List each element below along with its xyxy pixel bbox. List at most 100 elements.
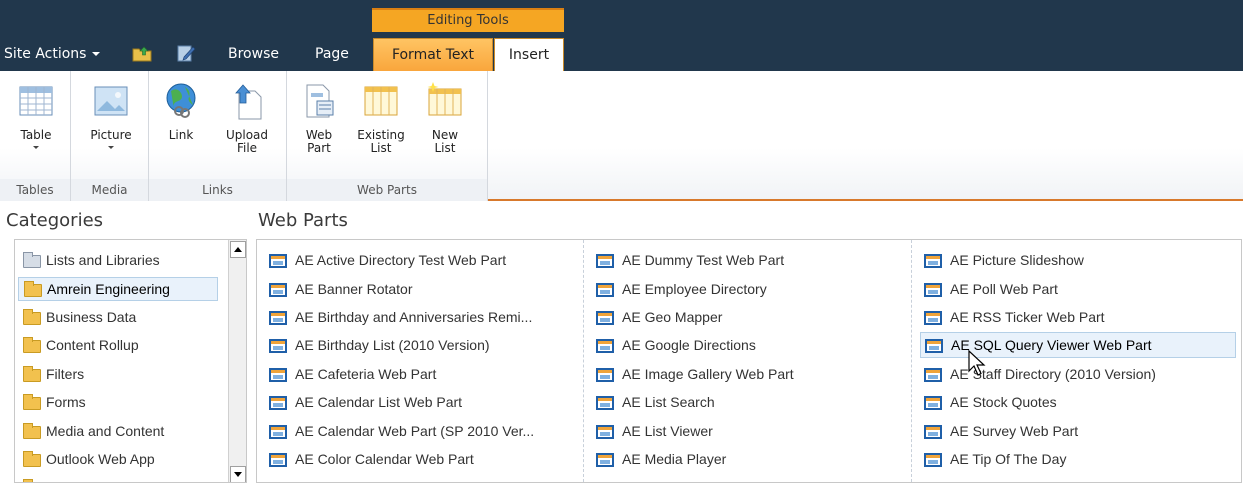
- web-part-button[interactable]: Web Part: [299, 81, 339, 155]
- web-part-item[interactable]: AE Media Player: [592, 447, 726, 473]
- category-item[interactable]: Business Data: [18, 306, 218, 330]
- web-part-label: AE RSS Ticker Web Part: [950, 309, 1105, 325]
- site-actions-menu[interactable]: Site Actions: [0, 38, 110, 71]
- web-part-item[interactable]: AE Employee Directory: [592, 277, 767, 303]
- category-item[interactable]: Forms: [18, 391, 218, 415]
- tab-format-text[interactable]: Format Text: [373, 38, 493, 71]
- web-part-item[interactable]: AE Stock Quotes: [920, 390, 1057, 416]
- web-part-icon: [596, 425, 614, 439]
- categories-heading: Categories: [6, 210, 104, 231]
- tab-insert[interactable]: Insert: [494, 38, 564, 71]
- category-item[interactable]: Lists and Libraries: [18, 249, 218, 273]
- web-part-icon: [924, 453, 942, 467]
- table-button[interactable]: Table: [13, 81, 59, 149]
- folder-icon: [23, 451, 41, 467]
- category-item-selected[interactable]: Amrein Engineering: [18, 277, 218, 301]
- new-list-label-2: List: [434, 141, 456, 155]
- link-button[interactable]: Link: [161, 81, 201, 142]
- categories-list: Lists and Libraries Amrein Engineering B…: [14, 239, 247, 483]
- web-part-item[interactable]: AE Tip Of The Day: [920, 447, 1066, 473]
- web-part-item[interactable]: AE Birthday and Anniversaries Remi...: [265, 305, 532, 331]
- category-label: Lists and Libraries: [46, 252, 160, 268]
- web-part-label-2: Part: [307, 141, 331, 155]
- scroll-up-arrow-icon[interactable]: [230, 241, 246, 258]
- folder-icon: [23, 309, 41, 325]
- web-part-item[interactable]: AE Poll Web Part: [920, 277, 1058, 303]
- web-part-label-1: Web: [305, 128, 333, 142]
- web-part-item[interactable]: AE Birthday List (2010 Version): [265, 333, 490, 359]
- web-part-item[interactable]: AE Picture Slideshow: [920, 248, 1084, 274]
- web-part-item[interactable]: AE Calendar List Web Part: [265, 390, 462, 416]
- existing-list-label-2: List: [370, 141, 392, 155]
- web-part-icon: [269, 339, 287, 353]
- table-button-label: Table: [20, 128, 52, 142]
- web-part-label: AE Geo Mapper: [622, 309, 723, 325]
- web-part-item[interactable]: AE Geo Mapper: [592, 305, 722, 331]
- web-parts-list: AE Active Directory Test Web Part AE Ban…: [256, 239, 1242, 483]
- web-part-item[interactable]: AE Banner Rotator: [265, 277, 413, 303]
- web-part-icon: [269, 368, 287, 382]
- web-part-icon: [924, 425, 942, 439]
- category-item[interactable]: Outlook Web App: [18, 448, 218, 472]
- categories-scrollbar[interactable]: [228, 240, 246, 482]
- folder-icon: [23, 394, 41, 410]
- category-item[interactable]: [18, 476, 218, 482]
- web-part-icon: [596, 311, 614, 325]
- category-label: Forms: [46, 394, 86, 410]
- category-item[interactable]: Media and Content: [18, 420, 218, 444]
- web-part-icon: [269, 311, 287, 325]
- edit-page-icon[interactable]: [176, 43, 196, 63]
- web-part-label: AE Employee Directory: [622, 281, 767, 297]
- web-part-label: AE Birthday and Anniversaries Remi...: [295, 309, 533, 325]
- existing-list-button[interactable]: Existing List: [353, 81, 409, 155]
- scroll-down-arrow-icon[interactable]: [230, 466, 246, 482]
- category-label: Outlook Web App: [46, 451, 155, 467]
- upload-file-button[interactable]: Upload File: [215, 81, 279, 155]
- category-item[interactable]: Content Rollup: [18, 334, 218, 358]
- picture-button[interactable]: Picture: [86, 81, 136, 149]
- web-part-label: AE Image Gallery Web Part: [622, 366, 794, 382]
- web-part-item[interactable]: AE Staff Directory (2010 Version): [920, 362, 1156, 388]
- web-part-icon: [269, 283, 287, 297]
- web-part-item[interactable]: AE Survey Web Part: [920, 419, 1078, 445]
- ribbon-group-links: Link Upload File Links: [149, 71, 287, 201]
- existing-list-label-1: Existing: [357, 128, 405, 142]
- web-part-item[interactable]: AE Calendar Web Part (SP 2010 Ver...: [265, 419, 534, 445]
- web-part-icon: [924, 254, 942, 268]
- web-part-item[interactable]: AE List Viewer: [592, 419, 713, 445]
- new-list-button[interactable]: New List: [423, 81, 467, 155]
- web-part-item[interactable]: AE Active Directory Test Web Part: [265, 248, 506, 274]
- web-part-item[interactable]: AE Dummy Test Web Part: [592, 248, 784, 274]
- web-part-item[interactable]: AE RSS Ticker Web Part: [920, 305, 1105, 331]
- link-button-label: Link: [168, 128, 194, 142]
- web-part-label: AE Dummy Test Web Part: [622, 252, 785, 268]
- chevron-down-icon: [33, 146, 39, 149]
- web-part-icon: [596, 339, 614, 353]
- web-part-label: AE Banner Rotator: [295, 281, 413, 297]
- ribbon-group-media: Picture Media: [71, 71, 149, 201]
- chevron-down-icon: [108, 146, 114, 149]
- web-part-item[interactable]: AE List Search: [592, 390, 715, 416]
- upload-label-2: File: [236, 141, 258, 155]
- web-part-label: AE List Search: [622, 394, 715, 410]
- tables-group-label: Tables: [0, 179, 70, 201]
- web-part-label: AE Media Player: [622, 451, 727, 467]
- navigate-up-icon[interactable]: [132, 44, 152, 62]
- category-item[interactable]: Filters: [18, 363, 218, 387]
- web-part-item[interactable]: AE Color Calendar Web Part: [265, 447, 474, 473]
- web-part-item[interactable]: AE Google Directions: [592, 333, 756, 359]
- web-part-label: AE Poll Web Part: [950, 281, 1058, 297]
- web-part-icon: [306, 84, 334, 118]
- category-label: Content Rollup: [46, 337, 139, 353]
- web-part-icon: [596, 368, 614, 382]
- web-part-item[interactable]: AE Image Gallery Web Part: [592, 362, 794, 388]
- picture-icon: [94, 86, 128, 116]
- picture-button-label: Picture: [90, 128, 132, 142]
- web-part-label: AE Google Directions: [622, 337, 756, 353]
- existing-list-icon: [364, 86, 398, 116]
- web-part-label: AE Active Directory Test Web Part: [295, 252, 507, 268]
- web-part-item[interactable]: AE Cafeteria Web Part: [265, 362, 436, 388]
- tab-page[interactable]: Page: [305, 38, 359, 71]
- web-parts-column-2: AE Dummy Test Web Part AE Employee Direc…: [583, 240, 911, 482]
- tab-browse[interactable]: Browse: [218, 38, 289, 71]
